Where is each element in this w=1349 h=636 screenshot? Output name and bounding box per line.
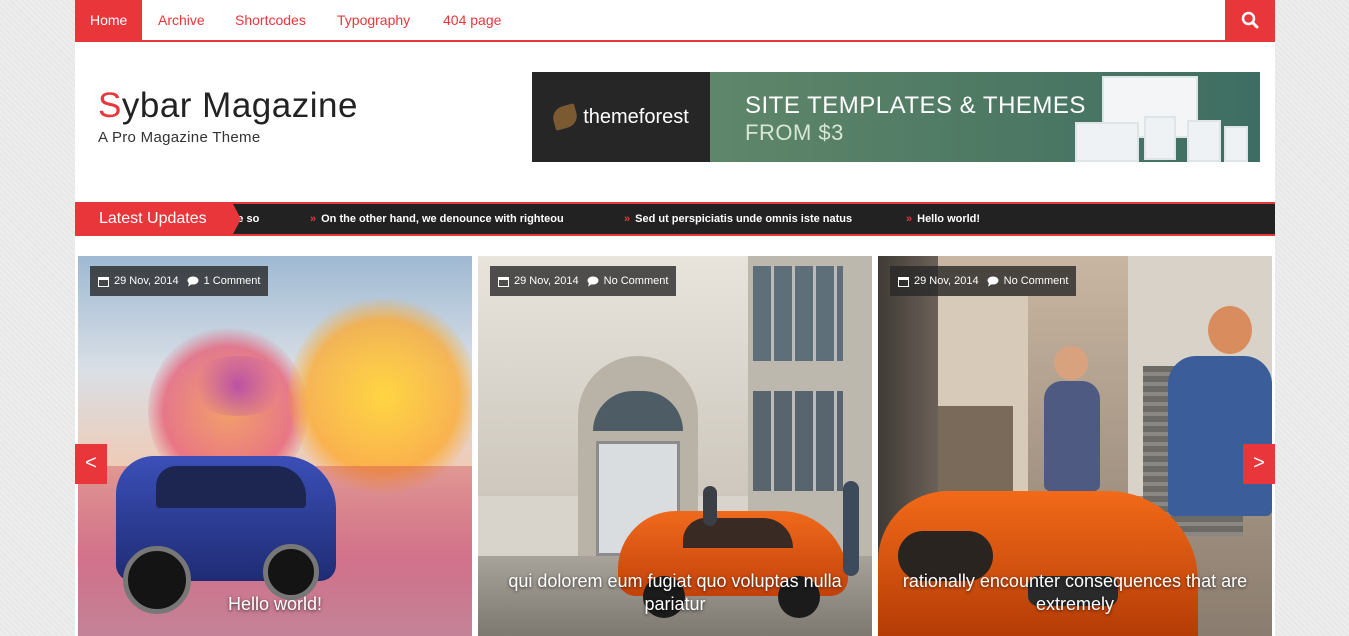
search-icon — [1241, 11, 1259, 29]
ticker-item[interactable]: » On the other hand, we denounce with rig… — [310, 204, 564, 234]
slide-2[interactable]: 29 Nov, 2014 No Comment qui dolorem eum f… — [478, 256, 872, 636]
banner-line2: FROM $3 — [745, 120, 844, 145]
latest-updates-ticker: Latest Updates re so » On the other hand,… — [75, 202, 1275, 236]
calendar-icon — [98, 276, 109, 287]
post-meta: 29 Nov, 2014 No Comment — [890, 266, 1077, 296]
slide-image — [78, 256, 472, 636]
slide-title[interactable]: rationally encounter consequences that a… — [878, 570, 1272, 616]
nav-item-home[interactable]: Home — [75, 0, 143, 40]
banner-laptop-image — [1075, 122, 1139, 162]
page-container: Home Archive Shortcodes Typography 404 p… — [75, 0, 1275, 636]
logo-text: ybar Magazine — [121, 86, 358, 125]
site-tagline: A Pro Magazine Theme — [98, 129, 261, 146]
banner-tablet-image — [1144, 116, 1176, 160]
post-date: 29 Nov, 2014 — [514, 275, 579, 287]
chevron-right-icon: » — [624, 213, 631, 225]
banner-brand-text: themeforest — [583, 105, 689, 128]
ticker-label: Latest Updates — [75, 204, 241, 234]
banner-mobile-image — [1224, 126, 1248, 162]
banner-phone-image — [1187, 120, 1221, 162]
calendar-icon — [498, 276, 509, 287]
search-button[interactable] — [1225, 0, 1275, 40]
ticker-item[interactable]: » Hello world! — [906, 204, 980, 234]
post-date: 29 Nov, 2014 — [914, 275, 979, 287]
logo-first-letter: S — [98, 86, 122, 125]
nav-item-404[interactable]: 404 page — [428, 0, 516, 40]
nav-item-archive[interactable]: Archive — [143, 0, 220, 40]
nav-item-shortcodes[interactable]: Shortcodes — [220, 0, 321, 40]
slide-title[interactable]: Hello world! — [78, 593, 472, 616]
slider-prev-arrow[interactable]: < — [75, 444, 107, 484]
chevron-right-icon: » — [906, 213, 913, 225]
main-nav: Home Archive Shortcodes Typography 404 p… — [75, 0, 1275, 42]
comment-icon — [587, 276, 599, 287]
chevron-right-icon: » — [310, 213, 317, 225]
post-comments[interactable]: No Comment — [604, 275, 669, 287]
slide-1[interactable]: 29 Nov, 2014 1 Comment Hello world! — [78, 256, 472, 636]
comment-icon — [987, 276, 999, 287]
post-date: 29 Nov, 2014 — [114, 275, 179, 287]
ad-banner[interactable]: themeforest SITE TEMPLATES & THEMES FROM… — [532, 72, 1260, 162]
banner-brand: themeforest — [532, 72, 710, 162]
ticker-item[interactable]: » Sed ut perspiciatis unde omnis iste nat… — [624, 204, 852, 234]
calendar-icon — [898, 276, 909, 287]
slide-3[interactable]: 29 Nov, 2014 No Comment rationally encoun… — [878, 256, 1272, 636]
post-comments[interactable]: No Comment — [1004, 275, 1069, 287]
banner-line1: SITE TEMPLATES & THEMES — [745, 92, 1086, 119]
post-meta: 29 Nov, 2014 No Comment — [490, 266, 677, 296]
slide-title[interactable]: qui dolorem eum fugiat quo voluptas null… — [478, 570, 872, 616]
post-meta: 29 Nov, 2014 1 Comment — [90, 266, 269, 296]
nav-item-typography[interactable]: Typography — [322, 0, 425, 40]
site-logo[interactable]: Sybar Magazine — [98, 86, 358, 126]
slider-next-arrow[interactable]: > — [1243, 444, 1275, 484]
themeforest-leaf-icon — [550, 103, 580, 131]
post-comments[interactable]: 1 Comment — [204, 275, 261, 287]
comment-icon — [187, 276, 199, 287]
